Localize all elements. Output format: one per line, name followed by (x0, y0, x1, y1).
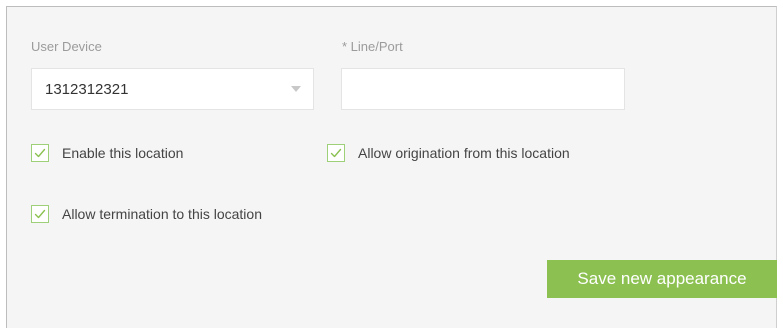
user-device-label: User Device (31, 39, 102, 54)
enable-location-checkbox-row[interactable]: Enable this location (31, 142, 183, 164)
user-device-selected-value: 1312312321 (45, 81, 129, 98)
enable-location-checkbox[interactable] (31, 144, 49, 162)
checkmark-icon (330, 148, 342, 158)
allow-origination-label: Allow origination from this location (358, 145, 570, 161)
allow-termination-label: Allow termination to this location (62, 206, 262, 222)
line-port-label: * Line/Port (342, 39, 403, 54)
appearance-form-panel: User Device * Line/Port 1312312321 Enabl… (6, 6, 777, 328)
checkmark-icon (34, 148, 46, 158)
enable-location-label: Enable this location (62, 145, 184, 161)
line-port-input[interactable] (341, 68, 625, 110)
save-new-appearance-button[interactable]: Save new appearance (547, 260, 777, 298)
allow-origination-checkbox-row[interactable]: Allow origination from this location (327, 142, 570, 164)
checkmark-icon (34, 209, 46, 219)
user-device-select[interactable]: 1312312321 (31, 68, 314, 110)
allow-termination-checkbox-row[interactable]: Allow termination to this location (31, 203, 262, 225)
allow-origination-checkbox[interactable] (327, 144, 345, 162)
allow-termination-checkbox[interactable] (31, 205, 49, 223)
chevron-down-icon (291, 86, 301, 92)
